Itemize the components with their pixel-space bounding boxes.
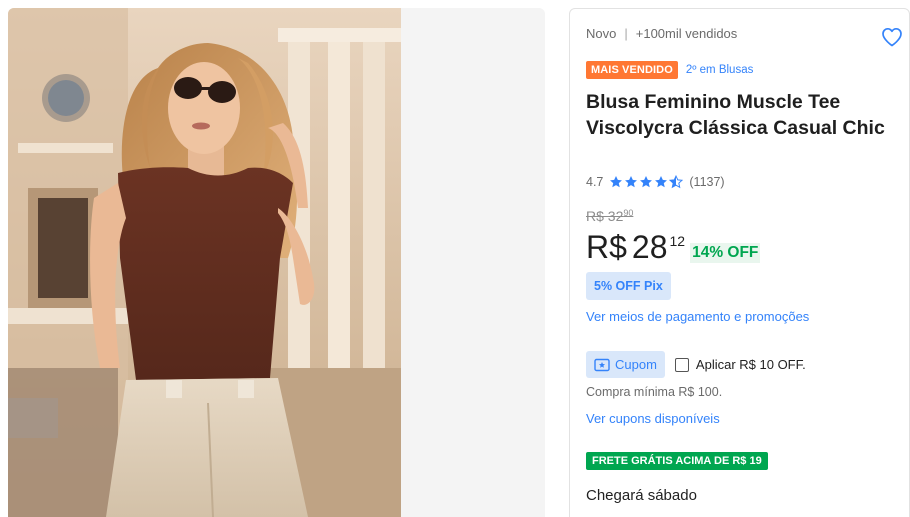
product-page: Novo | +100mil vendidos MAIS VENDIDO 2º … — [0, 0, 910, 517]
apply-coupon-label[interactable]: Aplicar R$ 10 OFF. — [696, 357, 806, 372]
original-price-cents: 90 — [623, 208, 634, 218]
product-title: Blusa Feminino Muscle Tee Viscolycra Clá… — [586, 91, 885, 139]
product-status: Novo | +100mil vendidos — [586, 26, 737, 41]
best-seller-badge: MAIS VENDIDO — [586, 61, 678, 79]
original-price: R$ 3290 — [586, 208, 633, 224]
star-half-icon — [669, 175, 684, 189]
review-count: (1137) — [689, 175, 725, 189]
star-icon — [640, 176, 653, 188]
apply-coupon-checkbox[interactable] — [674, 357, 689, 372]
available-coupons-link[interactable]: Ver cupons disponíveis — [586, 411, 720, 426]
free-shipping-badge: FRETE GRÁTIS ACIMA DE R$ 19 — [586, 452, 768, 470]
current-price: R$ 28 12 14% OFF — [586, 227, 761, 267]
minimum-purchase-note: Compra mínima R$ 100. — [586, 385, 723, 399]
category-rank-link[interactable]: 2º em Blusas — [686, 64, 753, 76]
arrival-estimate: Chegará sábado — [586, 487, 697, 504]
rating-row[interactable]: 4.7 (1137) — [586, 175, 725, 189]
coupon-row: Cupom Aplicar R$ 10 OFF. — [586, 351, 806, 378]
payment-methods-link[interactable]: Ver meios de pagamento e promoções — [586, 309, 809, 324]
ticket-icon — [594, 358, 610, 371]
price-currency: R$ — [586, 229, 627, 265]
star-icon — [625, 176, 638, 188]
sold-count: +100mil vendidos — [635, 26, 738, 41]
product-gallery — [8, 8, 545, 517]
heart-outline-icon[interactable] — [880, 25, 904, 49]
product-photo[interactable] — [8, 8, 401, 517]
original-price-value: R$ 32 — [586, 208, 624, 224]
badge-row: MAIS VENDIDO 2º em Blusas — [586, 61, 753, 79]
rating-stars — [609, 175, 684, 189]
status-separator: | — [624, 26, 628, 41]
coupon-chip[interactable]: Cupom — [586, 351, 665, 378]
product-info-card: Novo | +100mil vendidos MAIS VENDIDO 2º … — [569, 8, 910, 517]
pix-discount-badge: 5% OFF Pix — [586, 272, 671, 300]
price-cents: 12 — [669, 233, 686, 249]
rating-value: 4.7 — [586, 175, 604, 189]
star-icon — [655, 176, 668, 188]
price-integer: 28 — [631, 229, 668, 265]
condition-label: Novo — [586, 26, 617, 41]
coupon-chip-label: Cupom — [615, 357, 657, 372]
star-icon — [610, 176, 623, 188]
discount-label: 14% OFF — [690, 243, 761, 263]
